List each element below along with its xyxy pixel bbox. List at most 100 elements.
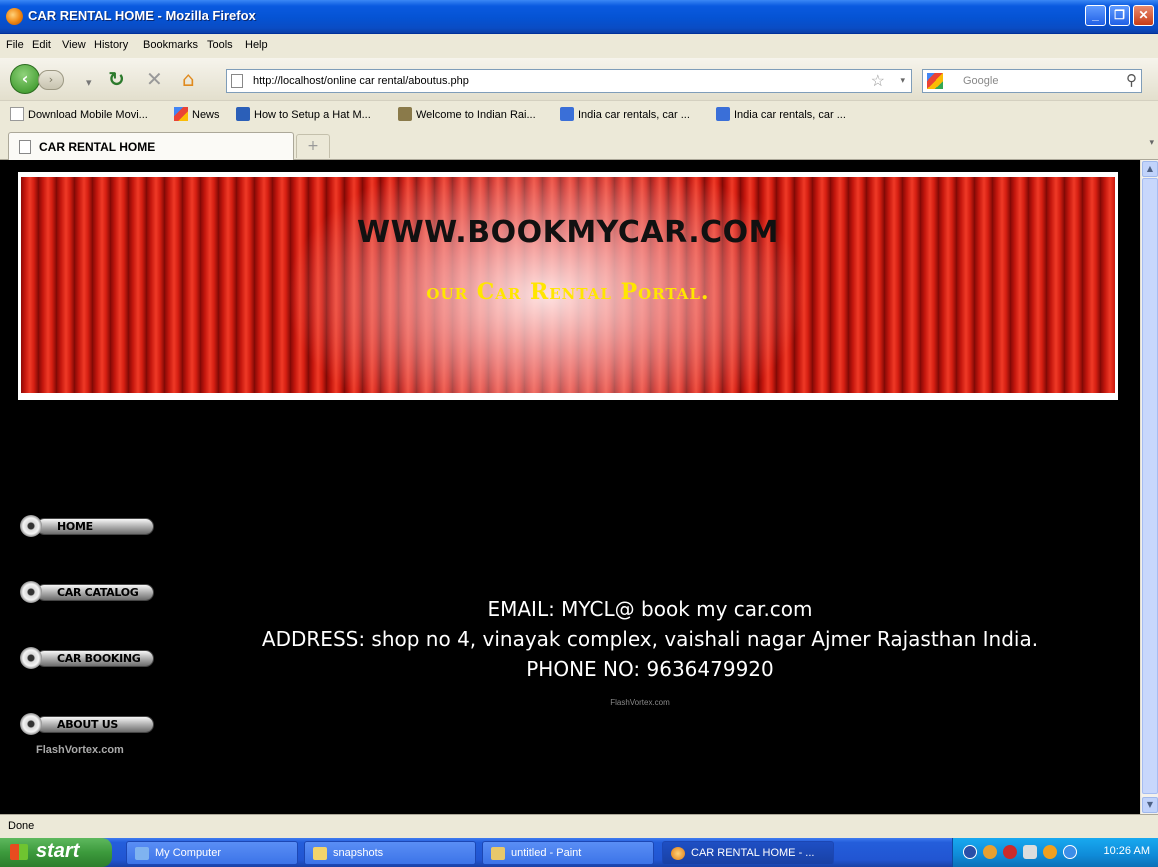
vertical-scrollbar[interactable]: ▲ ▼ [1140,160,1158,814]
tab-car-rental-home[interactable]: CAR RENTAL HOME [8,132,294,160]
minimize-button[interactable]: _ [1085,5,1106,26]
nav-credit[interactable]: FlashVortex.com [36,744,124,756]
task-label: CAR RENTAL HOME - ... [691,847,815,859]
menu-file[interactable]: File [6,39,24,51]
navigation-toolbar: ‹ › ▾ ↻ ✕ ⌂ http://localhost/online car … [0,58,1158,100]
nav-label: CAR CATALOG [57,586,139,599]
firefox-icon [671,847,685,860]
page-icon [19,140,31,154]
site-icon [716,107,730,121]
disc-icon [20,515,42,537]
taskbar-item-paint[interactable]: untitled - Paint [482,841,654,865]
window-titlebar[interactable]: CAR RENTAL HOME - Mozilla Firefox _ ❐ ✕ [0,0,1158,34]
tab-label: CAR RENTAL HOME [39,140,156,154]
content-credit[interactable]: FlashVortex.com [560,698,720,707]
news-icon [174,107,188,121]
tab-bar: CAR RENTAL HOME + ▾ [0,126,1158,160]
status-bar: Done [0,814,1158,838]
paint-icon [491,847,505,860]
bookmark-label: India car rentals, car ... [578,109,690,121]
tray-info-icon[interactable] [1063,845,1077,859]
contact-phone: PHONE NO: 9636479920 [526,657,774,681]
tray-shield-icon[interactable] [1003,845,1017,859]
bookmark-item[interactable]: India car rentals, car ... [560,107,690,121]
menu-view[interactable]: View [62,39,86,51]
menu-tools[interactable]: Tools [207,39,233,51]
window-title: CAR RENTAL HOME - Mozilla Firefox [28,8,256,23]
nav-home-button[interactable]: HOME [20,515,154,537]
scroll-thumb[interactable] [1142,178,1158,794]
tray-update-icon[interactable] [1043,845,1057,859]
menu-bar: File Edit View History Bookmarks Tools H… [0,34,1158,58]
bookmark-item[interactable]: How to Setup a Hat M... [236,107,371,121]
windows-icon [10,844,28,860]
url-dropdown-icon[interactable]: ▾ [900,75,905,86]
home-icon[interactable]: ⌂ [182,68,195,90]
maximize-button[interactable]: ❐ [1109,5,1130,26]
new-tab-button[interactable]: + [296,134,330,158]
google-icon[interactable] [927,73,943,89]
forward-button[interactable]: › [38,70,64,90]
contact-info: EMAIL: MYCL@ book my car.com ADDRESS: sh… [170,594,1130,684]
nav-about-us-button[interactable]: ABOUT US [20,713,154,735]
tray-arrow-icon[interactable] [963,845,977,859]
tray-chat-icon[interactable] [1023,845,1037,859]
menu-bookmarks[interactable]: Bookmarks [143,39,198,51]
bookmark-item[interactable]: Download Mobile Movi... [10,107,148,121]
menu-help[interactable]: Help [245,39,268,51]
task-label: My Computer [155,847,222,859]
history-dropdown-icon[interactable]: ▾ [86,72,92,94]
search-icon[interactable]: ⚲ [1126,71,1137,89]
close-button[interactable]: ✕ [1133,5,1154,26]
stop-icon[interactable]: ✕ [146,68,163,90]
computer-icon [135,847,149,860]
nav-car-catalog-button[interactable]: CAR CATALOG [20,581,154,603]
clock: 10:26 AM [1103,845,1150,857]
curtain-image: WWW.BOOKMYCAR.COM our Car Rental Portal. [21,177,1115,393]
page-icon [10,107,24,121]
disc-icon [20,713,42,735]
search-input[interactable]: Google [963,75,998,87]
nav-pill: ABOUT US [36,716,154,733]
back-button[interactable]: ‹ [10,64,40,94]
task-label: snapshots [333,847,384,859]
system-tray: 10:26 AM [952,838,1158,867]
tab-list-icon[interactable]: ▾ [1149,138,1154,148]
site-banner: WWW.BOOKMYCAR.COM our Car Rental Portal. [18,172,1118,400]
bookmark-label: India car rentals, car ... [734,109,846,121]
menu-history[interactable]: History [94,39,128,51]
bookmark-item[interactable]: Welcome to Indian Rai... [398,107,536,121]
nav-label: HOME [57,520,93,533]
nav-label: ABOUT US [57,718,118,731]
taskbar-item-my-computer[interactable]: My Computer [126,841,298,865]
taskbar-item-snapshots[interactable]: snapshots [304,841,476,865]
menu-edit[interactable]: Edit [32,39,51,51]
contact-address: ADDRESS: shop no 4, vinayak complex, vai… [261,627,1039,651]
disc-icon [20,647,42,669]
bookmark-item[interactable]: India car rentals, car ... [716,107,846,121]
taskbar-item-firefox[interactable]: CAR RENTAL HOME - ... [662,841,834,865]
url-bar[interactable]: http://localhost/online car rental/about… [226,69,912,93]
nav-pill: HOME [36,518,154,535]
start-button[interactable]: start [0,838,112,867]
bookmark-label: How to Setup a Hat M... [254,109,371,121]
star-icon[interactable]: ☆ [871,71,885,91]
bookmark-item[interactable]: News [174,107,220,121]
firefox-icon [6,8,23,25]
nav-car-booking-button[interactable]: CAR BOOKING [20,647,154,669]
taskbar: start My Computer snapshots untitled - P… [0,838,1158,867]
scroll-up-icon[interactable]: ▲ [1142,161,1158,177]
reload-icon[interactable]: ↻ [108,68,125,90]
bookmark-label: Download Mobile Movi... [28,109,148,121]
page-content: WWW.BOOKMYCAR.COM our Car Rental Portal.… [0,160,1140,814]
scroll-down-icon[interactable]: ▼ [1142,797,1158,813]
bookmarks-bar: Download Mobile Movi... News How to Setu… [0,100,1158,126]
disc-icon [20,581,42,603]
tray-app-icon[interactable] [983,845,997,859]
task-label: untitled - Paint [511,847,582,859]
search-bar[interactable]: Google ⚲ [922,69,1142,93]
nav-label: CAR BOOKING [57,652,141,665]
folder-icon [313,847,327,860]
url-text[interactable]: http://localhost/online car rental/about… [253,75,469,87]
site-icon [236,107,250,121]
